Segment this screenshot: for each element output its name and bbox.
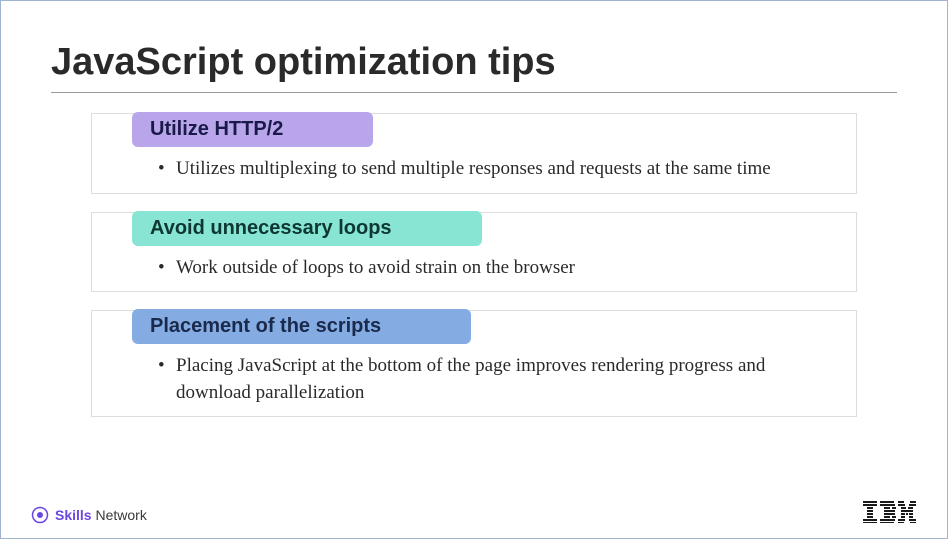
tip-box-3: Placement of the scripts Placing JavaScr… bbox=[91, 310, 857, 417]
tip-box-1: Utilize HTTP/2 Utilizes multiplexing to … bbox=[91, 113, 857, 194]
tip-bullet: Placing JavaScript at the bottom of the … bbox=[158, 353, 826, 406]
ibm-logo bbox=[863, 501, 917, 528]
tip-content-3: Placing JavaScript at the bottom of the … bbox=[122, 353, 826, 406]
tip-box-2: Avoid unnecessary loops Work outside of … bbox=[91, 212, 857, 293]
skills-network-icon bbox=[31, 506, 49, 524]
slide-title: JavaScript optimization tips bbox=[51, 41, 897, 84]
tip-bullet: Utilizes multiplexing to send multiple r… bbox=[158, 156, 826, 183]
skills-network-text: Skills Network bbox=[55, 507, 147, 523]
skills-network-logo: Skills Network bbox=[31, 506, 147, 524]
tip-bullet: Work outside of loops to avoid strain on… bbox=[158, 255, 826, 282]
slide: JavaScript optimization tips Utilize HTT… bbox=[1, 1, 947, 538]
tip-heading-1: Utilize HTTP/2 bbox=[132, 112, 373, 147]
tip-content-1: Utilizes multiplexing to send multiple r… bbox=[122, 156, 826, 183]
title-underline bbox=[51, 92, 897, 93]
tip-content-2: Work outside of loops to avoid strain on… bbox=[122, 255, 826, 282]
tip-heading-2: Avoid unnecessary loops bbox=[132, 211, 482, 246]
slide-footer: Skills Network bbox=[1, 501, 947, 528]
tip-heading-3: Placement of the scripts bbox=[132, 309, 471, 344]
